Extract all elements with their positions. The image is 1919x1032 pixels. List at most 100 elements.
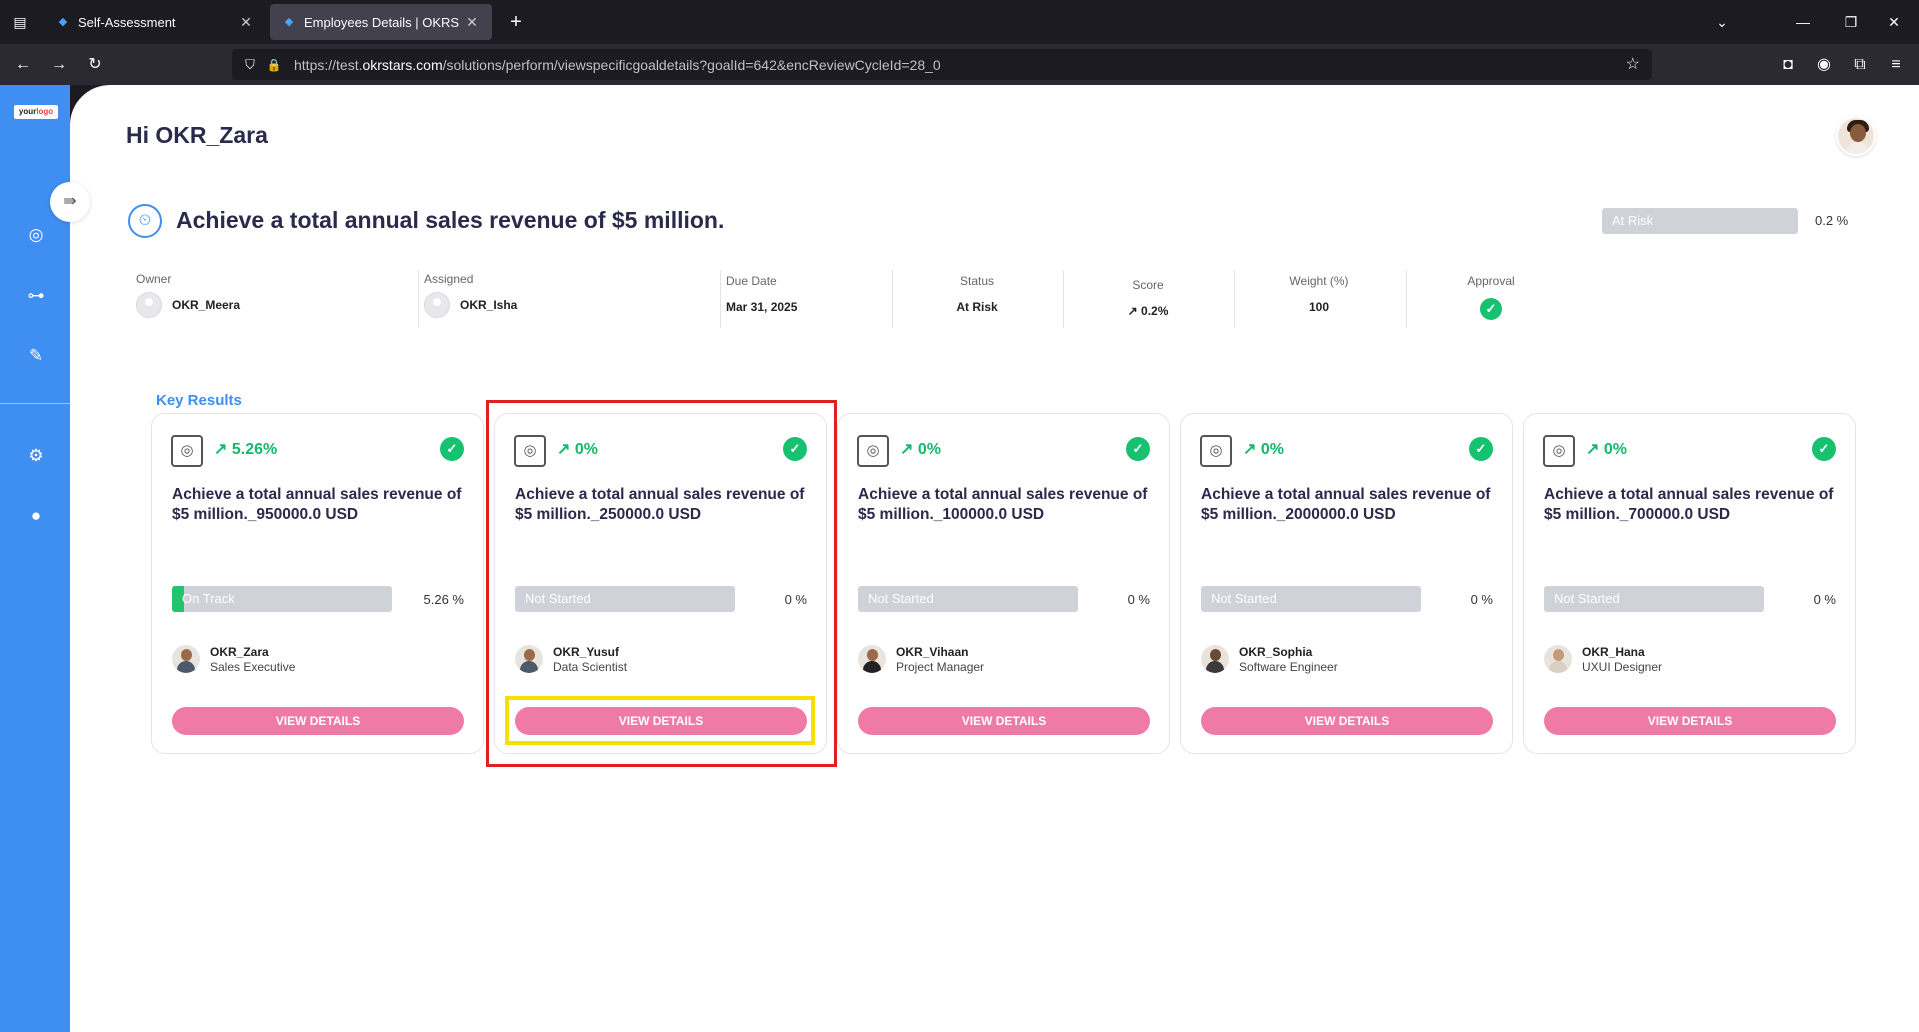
key-result-card: ◎ ↗ 0% ✓ Achieve a total annual sales re… (837, 413, 1170, 754)
bookmark-star-icon[interactable]: ☆ (1626, 54, 1640, 74)
assigned-avatar (424, 292, 450, 318)
tab-overflow-chevron-icon[interactable]: ⌄ (1708, 8, 1736, 36)
owner-label: Owner (136, 272, 172, 286)
assigned-label: Assigned (424, 272, 474, 286)
key-result-card: ◎ ↗ 5.26% ✓ Achieve a total annual sales… (151, 413, 484, 754)
kr-score: ↗ 0% (1586, 441, 1627, 458)
kr-progress-bar: Not Started (1201, 586, 1421, 612)
due-date-value: Mar 31, 2025 (726, 300, 798, 314)
settings-icon[interactable]: ⚙ (25, 445, 47, 467)
user-icon[interactable]: ● (25, 505, 47, 527)
kr-status: Not Started (1211, 591, 1277, 606)
profile-avatar[interactable] (1836, 116, 1876, 156)
kr-owner-role: Software Engineer (1239, 660, 1338, 674)
sidebar-divider (0, 403, 70, 404)
favicon-icon: ◆ (284, 16, 294, 28)
goal-progress-pct: 0.2 % (1815, 213, 1849, 228)
app-logo: yourlogo (14, 105, 58, 119)
restore-icon[interactable]: ❐ (1837, 8, 1865, 36)
check-icon: ✓ (1469, 437, 1493, 461)
due-date-field: Due Date Mar 31, 2025 (726, 274, 797, 314)
kr-status: Not Started (868, 591, 934, 606)
forward-icon[interactable]: → (46, 52, 72, 78)
kr-pct: 5.26 % (423, 592, 464, 607)
divider (1234, 270, 1235, 328)
divider (418, 270, 419, 328)
back-icon[interactable]: ← (10, 52, 36, 78)
weight-label: Weight (%) (1289, 274, 1349, 288)
kr-title: Achieve a total annual sales revenue of … (1544, 486, 1834, 523)
score-field: Score ↗ 0.2% (1081, 278, 1215, 318)
goal-status-bar: At Risk (1602, 208, 1798, 234)
key-result-card: ◎ ↗ 0% ✓ Achieve a total annual sales re… (1180, 413, 1513, 754)
kr-title: Achieve a total annual sales revenue of … (1201, 486, 1491, 523)
key-results-heading: Key Results (156, 392, 242, 409)
url-bar[interactable]: ⛉ 🔒 https://test.okrstars.com/solutions/… (232, 49, 1652, 80)
tab-title: Employees Details | OKRS (304, 14, 460, 30)
target-board-icon: ◎ (1543, 435, 1575, 467)
close-window-icon[interactable]: ✕ (1880, 8, 1908, 36)
close-tab-icon[interactable]: ✕ (464, 14, 480, 30)
kr-owner-name: OKR_Zara (210, 645, 269, 659)
avatar (172, 645, 200, 673)
extensions-icon[interactable]: ⧉ (1847, 52, 1873, 78)
pocket-icon[interactable]: ◘ (1775, 52, 1801, 78)
avatar (1544, 645, 1572, 673)
score-value: ↗ 0.2% (1127, 304, 1169, 318)
sidebar-toggle-icon[interactable]: ⇛ (50, 182, 90, 222)
browser-nav-bar: ← → ↻ ⛉ 🔒 https://test.okrstars.com/solu… (0, 44, 1919, 85)
kr-score: ↗ 0% (1243, 441, 1284, 458)
kr-owner-role: Project Manager (896, 660, 985, 674)
kr-progress-bar: On Track (172, 586, 392, 612)
account-icon[interactable]: ◉ (1811, 52, 1837, 78)
url-text[interactable]: https://test.okrstars.com/solutions/perf… (294, 57, 941, 73)
kr-score: ↗ 5.26% (214, 441, 278, 458)
hierarchy-icon[interactable]: ⊶ (25, 285, 47, 307)
browser-tab-bar: ▤ ◆ Self-Assessment ✕ ◆ Employees Detail… (0, 0, 1919, 44)
tab-self-assessment[interactable]: ◆ Self-Assessment ✕ (44, 4, 266, 40)
view-details-button[interactable]: VIEW DETAILS (172, 707, 464, 735)
kr-pct: 0 % (1813, 592, 1836, 607)
kr-owner-name: OKR_Sophia (1239, 645, 1313, 659)
key-result-card: ◎ ↗ 0% ✓ Achieve a total annual sales re… (1523, 413, 1856, 754)
weight-field: Weight (%) 100 (1252, 274, 1386, 314)
kr-title: Achieve a total annual sales revenue of … (172, 486, 462, 523)
view-details-button[interactable]: VIEW DETAILS (1201, 707, 1493, 735)
new-tab-icon[interactable]: + (504, 10, 528, 34)
approval-field: Approval ✓ (1424, 274, 1558, 320)
status-value: At Risk (956, 300, 998, 314)
target-icon[interactable]: ◎ (25, 224, 47, 246)
status-label: Status (959, 274, 995, 288)
kr-pct: 0 % (1470, 592, 1493, 607)
minimize-icon[interactable]: — (1789, 8, 1817, 36)
owner-avatar (136, 292, 162, 318)
target-board-icon: ◎ (1200, 435, 1232, 467)
kr-owner-role: Sales Executive (210, 660, 296, 674)
target-board-icon: ◎ (857, 435, 889, 467)
owner-field: Owner OKR_Meera (136, 272, 240, 318)
shield-icon[interactable]: ⛉ (240, 57, 260, 73)
close-tab-icon[interactable]: ✕ (238, 14, 254, 30)
assigned-name: OKR_Isha (460, 298, 518, 312)
due-date-label: Due Date (726, 274, 777, 288)
report-edit-icon[interactable]: ✎ (25, 345, 47, 367)
owner-name: OKR_Meera (172, 298, 241, 312)
speedometer-icon: ⏲ (128, 204, 162, 238)
tab-list-icon[interactable]: ▤ (10, 12, 30, 32)
reload-icon[interactable]: ↻ (82, 52, 108, 78)
goal-title: Achieve a total annual sales revenue of … (176, 207, 725, 233)
kr-progress-bar: Not Started (858, 586, 1078, 612)
view-details-button[interactable]: VIEW DETAILS (1544, 707, 1836, 735)
kr-owner-name: OKR_Hana (1582, 645, 1645, 659)
kr-status: Not Started (1554, 591, 1620, 606)
tab-employees-details[interactable]: ◆ Employees Details | OKRS ✕ (270, 4, 492, 40)
menu-icon[interactable]: ≡ (1883, 52, 1909, 78)
status-field: Status At Risk (910, 274, 1044, 314)
approved-check-icon: ✓ (1480, 298, 1502, 320)
app-sidebar: yourlogo ◎ ⊶ ✎ ⚙ ● (0, 85, 70, 1032)
kr-owner-role: UXUI Designer (1582, 660, 1663, 674)
score-label: Score (1132, 278, 1164, 292)
lock-icon[interactable]: 🔒 (264, 58, 284, 72)
approval-label: Approval (1467, 274, 1515, 288)
view-details-button[interactable]: VIEW DETAILS (858, 707, 1150, 735)
